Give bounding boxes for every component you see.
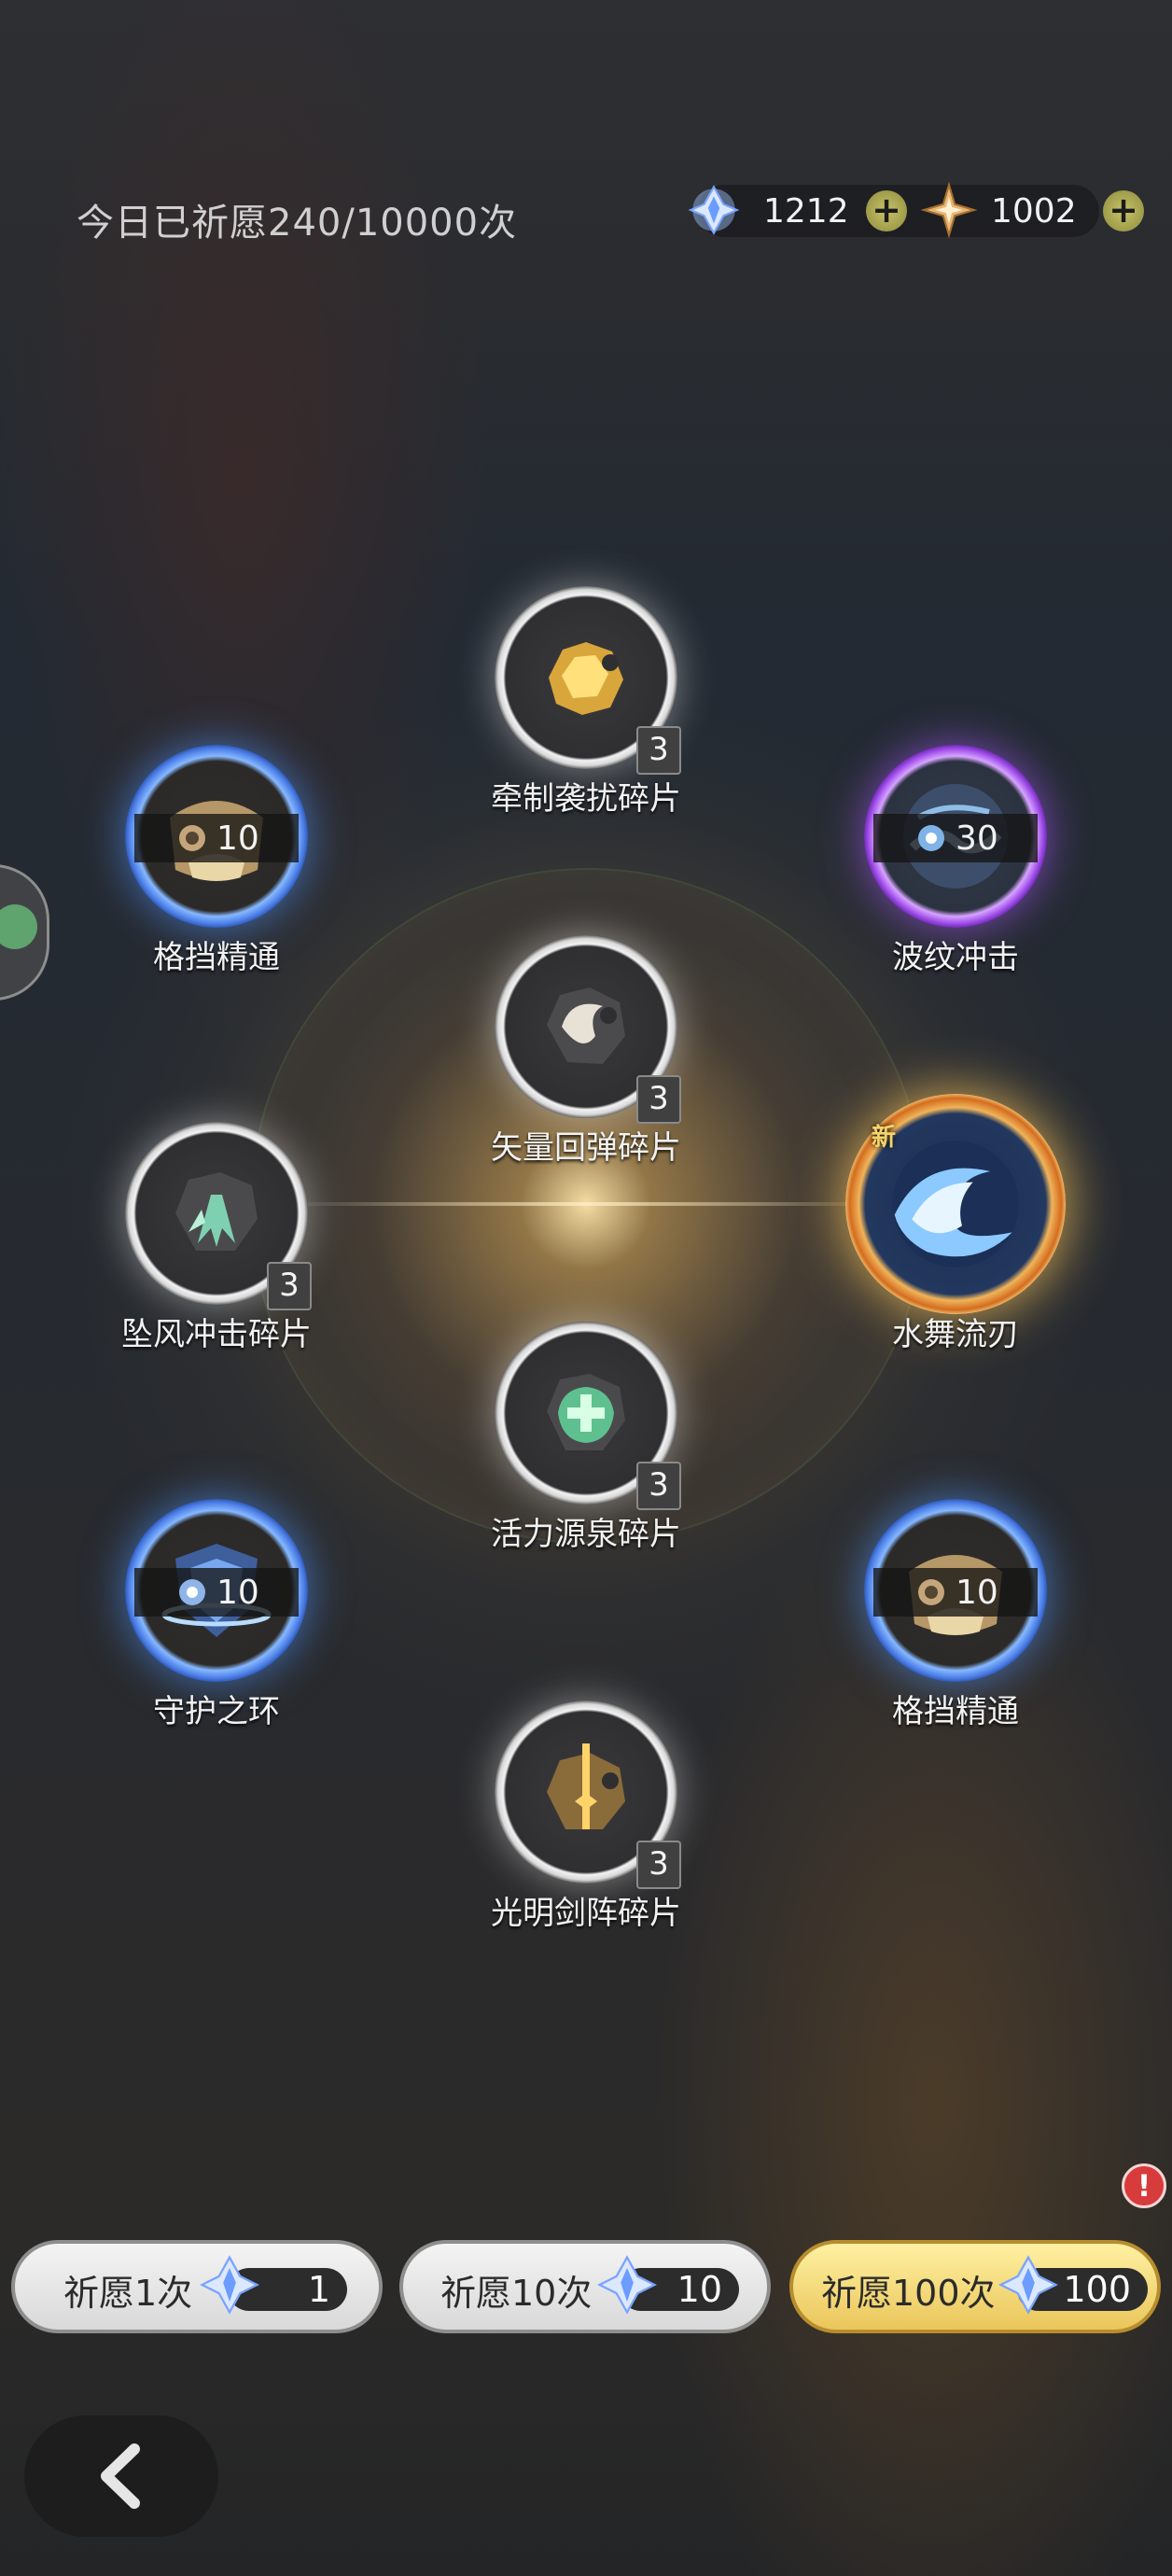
reward-name: 水舞流刃 <box>892 1316 1019 1353</box>
add-star-shard-button[interactable]: + <box>1103 190 1144 231</box>
wish-button-label: 祈愿100次 <box>821 2273 996 2314</box>
skill-level-band: 10 <box>134 814 299 862</box>
crystal-gem-icon <box>199 2255 260 2315</box>
skill-level-band: 30 <box>873 814 1038 862</box>
silver-fragment-icon <box>547 987 625 1064</box>
reward-water-dance-blade[interactable]: 新 水舞流刃 <box>845 1094 1066 1353</box>
side-chat-tab[interactable] <box>0 864 49 1001</box>
skill-level: 10 <box>956 1574 998 1612</box>
item-count-badge: 3 <box>636 1075 681 1124</box>
reward-block-mastery-right[interactable]: 10 格挡精通 <box>864 1499 1047 1730</box>
reward-name: 活力源泉碎片 <box>491 1516 681 1553</box>
alert-badge: ! <box>1122 2163 1166 2208</box>
star-shard-icon <box>920 181 978 239</box>
wish-100-button[interactable]: 祈愿100次 100 <box>789 2240 1161 2333</box>
wish-10-button[interactable]: 祈愿10次 10 <box>399 2240 771 2333</box>
reward-qianzhi-fragment[interactable]: 3 牵制袭扰碎片 <box>491 586 681 818</box>
guard-ring-mini-icon <box>179 1579 205 1605</box>
block-mastery-mini-icon <box>179 825 205 851</box>
sword-fragment-icon <box>547 1743 625 1829</box>
green-cross-fragment-icon <box>547 1374 625 1450</box>
gold-fragment-icon <box>549 642 623 715</box>
reward-falling-wind-fragment[interactable]: 3 坠风冲击碎片 <box>121 1122 312 1353</box>
crystal-gem-icon <box>998 2255 1059 2315</box>
back-button[interactable] <box>24 2415 218 2537</box>
item-count-badge: 3 <box>636 726 681 775</box>
item-count-badge: 3 <box>267 1262 312 1310</box>
currency-star-shard: 1002 + <box>920 181 1144 239</box>
reward-guardian-ring[interactable]: 10 守护之环 <box>125 1499 308 1730</box>
wish-1-button[interactable]: 祈愿1次 1 <box>11 2240 383 2333</box>
crystal-gem-icon <box>688 185 740 235</box>
reward-name: 坠风冲击碎片 <box>121 1316 312 1353</box>
item-count-badge: 3 <box>636 1462 681 1510</box>
skill-level: 30 <box>956 819 998 858</box>
item-count-badge: 3 <box>636 1841 681 1889</box>
wind-fragment-icon <box>175 1172 258 1251</box>
star-shard-amount: 1002 <box>991 192 1077 231</box>
crystal-amount: 1212 <box>763 192 849 231</box>
reward-block-mastery-left[interactable]: 10 格挡精通 <box>125 745 308 976</box>
reward-name: 波纹冲击 <box>892 939 1019 976</box>
wish-button-label: 祈愿1次 <box>63 2273 193 2314</box>
reward-name: 牵制袭扰碎片 <box>491 780 681 818</box>
back-arrow-icon <box>101 2443 140 2509</box>
reward-vector-rebound-fragment[interactable]: 3 矢量回弹碎片 <box>491 935 681 1167</box>
wish-button-label: 祈愿10次 <box>440 2273 593 2314</box>
skill-level: 10 <box>216 819 259 858</box>
chat-bubble-icon <box>0 904 37 949</box>
reward-ripple-strike[interactable]: 30 波纹冲击 <box>864 745 1047 976</box>
wish-screen: 今日已祈愿240/10000次 1212 + 1002 + 3 牵制袭扰碎片 1… <box>0 0 1172 2576</box>
reward-name: 矢量回弹碎片 <box>491 1129 681 1167</box>
daily-wish-counter: 今日已祈愿240/10000次 <box>77 202 518 245</box>
add-crystal-button[interactable]: + <box>866 190 907 231</box>
water-wave-icon <box>892 1141 1019 1267</box>
reward-vitality-spring-fragment[interactable]: 3 活力源泉碎片 <box>491 1322 681 1553</box>
reward-holy-sword-array-fragment[interactable]: 3 光明剑阵碎片 <box>491 1701 681 1932</box>
light-flare-decoration <box>280 1202 896 1206</box>
skill-level: 10 <box>216 1574 259 1612</box>
reward-name: 格挡精通 <box>892 1693 1019 1730</box>
ripple-mini-icon <box>918 825 944 851</box>
skill-level-band: 10 <box>134 1568 299 1617</box>
reward-name: 格挡精通 <box>153 939 280 976</box>
crystal-gem-icon <box>596 2255 658 2315</box>
block-mastery-mini-icon <box>918 1579 944 1605</box>
skill-level-band: 10 <box>873 1568 1038 1617</box>
reward-name: 光明剑阵碎片 <box>491 1895 681 1932</box>
new-badge: 新 <box>872 1124 897 1152</box>
reward-name: 守护之环 <box>153 1693 280 1730</box>
